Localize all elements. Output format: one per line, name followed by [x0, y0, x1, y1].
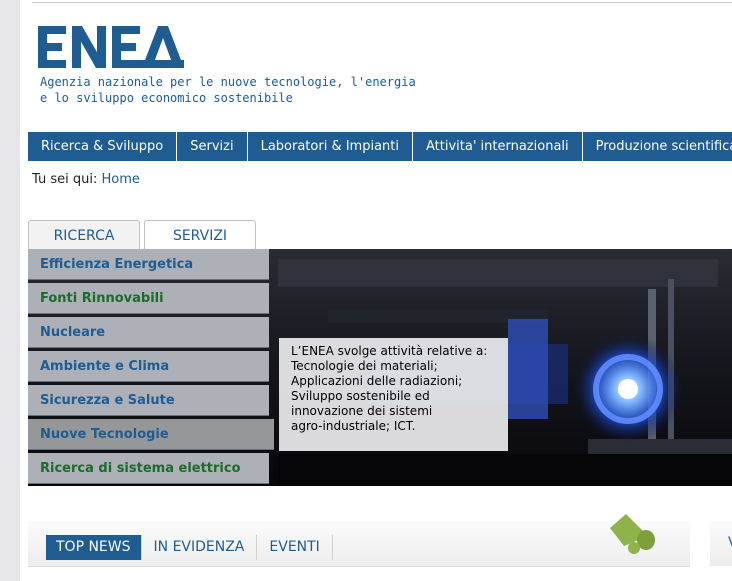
main-navigation: Ricerca & Sviluppo Servizi Laboratori & …	[28, 132, 732, 161]
megaphone-icon	[604, 510, 660, 566]
tagline-line-1: Agenzia nazionale per le nuove tecnologi…	[40, 75, 416, 89]
hero-caption-line: Tecnologie dei materiali;	[291, 359, 438, 373]
hero-caption-line: agro-industriale; ICT.	[291, 419, 416, 433]
nav-produzione-scientifica[interactable]: Produzione scientifica	[583, 132, 732, 161]
menu-ricerca-sistema-elettrico[interactable]: Ricerca di sistema elettrico	[28, 453, 269, 484]
right-news-panel: V	[710, 521, 732, 566]
left-gutter	[0, 0, 20, 581]
menu-nucleare[interactable]: Nucleare	[28, 317, 269, 348]
enea-logo[interactable]	[38, 26, 188, 76]
breadcrumb: Tu sei qui: Home	[32, 172, 140, 187]
breadcrumb-home-link[interactable]: Home	[101, 172, 139, 187]
tab-in-evidenza[interactable]: IN EVIDENZA	[142, 535, 258, 560]
tab-eventi[interactable]: EVENTI	[257, 535, 333, 560]
nav-servizi[interactable]: Servizi	[177, 132, 248, 161]
hero-caption-line: innovazione dei sistemi	[291, 404, 433, 418]
menu-sicurezza-salute[interactable]: Sicurezza e Salute	[28, 385, 269, 416]
tab-top-news[interactable]: TOP NEWS	[46, 535, 142, 560]
top-divider	[32, 2, 732, 3]
hero-caption-line: L’ENEA svolge attività relative a:	[291, 344, 488, 358]
hero-caption: L’ENEA svolge attività relative a: Tecno…	[279, 338, 508, 451]
menu-fonti-rinnovabili[interactable]: Fonti Rinnovabili	[28, 283, 269, 314]
section-tabs: RICERCA SERVIZI	[28, 220, 260, 251]
right-panel-initial: V	[728, 535, 732, 551]
enea-logo-mark	[38, 26, 184, 68]
menu-nuove-tecnologie[interactable]: Nuove Tecnologie	[28, 419, 274, 450]
tab-ricerca[interactable]: RICERCA	[28, 220, 140, 249]
menu-efficienza-energetica[interactable]: Efficienza Energetica	[28, 249, 269, 280]
breadcrumb-prefix: Tu sei qui:	[32, 172, 98, 187]
tab-servizi[interactable]: SERVIZI	[144, 220, 256, 251]
news-tabs: TOP NEWS IN EVIDENZA EVENTI	[46, 535, 333, 560]
tagline-line-2: e lo sviluppo economico sostenibile	[40, 91, 293, 105]
nav-attivita-internazionali[interactable]: Attivita' internazionali	[413, 132, 583, 161]
research-side-menu: Efficienza Energetica Fonti Rinnovabili …	[28, 249, 274, 487]
nav-ricerca-sviluppo[interactable]: Ricerca & Sviluppo	[28, 132, 178, 161]
hero-caption-line: Applicazioni delle radiazioni;	[291, 374, 463, 388]
logo-tagline: Agenzia nazionale per le nuove tecnologi…	[40, 74, 416, 106]
hero-caption-line: Sviluppo sostenibile ed	[291, 389, 430, 403]
nav-laboratori-impianti[interactable]: Laboratori & Impianti	[248, 132, 413, 161]
menu-ambiente-clima[interactable]: Ambiente e Clima	[28, 351, 269, 382]
